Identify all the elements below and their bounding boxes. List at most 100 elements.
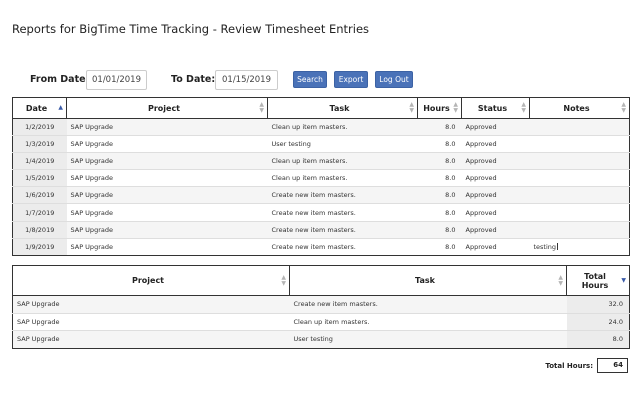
col-header-date[interactable]: Date ▲ [12,97,67,119]
cell-notes-editing[interactable]: testing [529,238,630,256]
col-header-total-hours-label: Total Hours [581,271,609,290]
cell-notes[interactable] [529,169,630,187]
cell-date: 1/3/2019 [12,135,67,153]
cell-project: SAP Upgrade [66,186,268,204]
col-header-notes[interactable]: Notes ▲ ▼ [529,97,630,119]
cell-project: SAP Upgrade [66,169,268,187]
col-header-project[interactable]: Project ▲ ▼ [66,97,268,119]
cell-date: 1/5/2019 [12,169,67,187]
cell-task: User testing [267,135,418,153]
sort-icon[interactable]: ▲ ▼ [558,274,563,287]
timesheet-entries-table: Date ▲ Project ▲ ▼ Task ▲ ▼ Hours ▲ ▼ Statu… [12,97,630,256]
cell-date: 1/9/2019 [12,238,67,256]
cell-date: 1/4/2019 [12,152,67,170]
search-button[interactable]: Search [293,71,327,88]
cell-status: Approved [461,152,530,170]
cell-project: SAP Upgrade [66,203,268,222]
table-row[interactable]: 1/3/2019 SAP Upgrade User testing 8.0 Ap… [12,135,630,153]
cell-hours: 8.0 [417,203,462,222]
from-date-input[interactable]: 01/01/2019 [86,70,147,90]
sort-icon[interactable]: ▲ ▼ [621,102,626,114]
grand-total-value: 64 [597,358,628,373]
cell-task: Clean up item masters. [267,118,418,136]
sort-desc-icon[interactable]: ▼ [621,277,626,284]
cell-date: 1/7/2019 [12,203,67,222]
cell-status: Approved [461,135,530,153]
notes-text: testing [533,242,557,251]
logout-button[interactable]: Log Out [375,71,413,88]
to-date-input[interactable]: 01/15/2019 [215,70,278,90]
filter-bar: From Date: 01/01/2019 To Date: 01/15/201… [0,70,640,92]
col-header-project[interactable]: Project ▲ ▼ [12,265,290,296]
totals-header-row: Project ▲ ▼ Task ▲ ▼ Total Hours ▼ [12,265,630,296]
cell-notes[interactable] [529,221,630,239]
cell-project: SAP Upgrade [66,135,268,153]
cell-total-hours: 8.0 [566,330,630,348]
col-header-task[interactable]: Task ▲ ▼ [289,265,567,296]
cell-hours: 8.0 [417,221,462,239]
cell-project: SAP Upgrade [66,118,268,136]
cell-task: Create new item masters. [267,238,418,256]
cell-notes[interactable] [529,152,630,170]
cell-task: Create new item masters. [267,221,418,239]
table-row[interactable]: 1/2/2019 SAP Upgrade Clean up item maste… [12,118,630,136]
cell-task: Clean up item masters. [267,169,418,187]
col-header-status[interactable]: Status ▲ ▼ [461,97,530,119]
table-row[interactable]: 1/7/2019 SAP Upgrade Create new item mas… [12,203,630,222]
cell-hours: 8.0 [417,118,462,136]
page-title: Reports for BigTime Time Tracking - Revi… [12,22,370,36]
sort-icon[interactable]: ▲ ▼ [281,274,286,287]
cell-project: SAP Upgrade [66,152,268,170]
col-header-task-label: Task [415,276,435,285]
sort-asc-icon[interactable]: ▲ [58,105,63,111]
cell-date: 1/8/2019 [12,221,67,239]
cell-hours: 8.0 [417,152,462,170]
table-row[interactable]: 1/9/2019 SAP Upgrade Create new item mas… [12,238,630,256]
cell-total-hours: 32.0 [566,295,630,313]
col-header-date-label: Date [25,103,48,113]
col-header-task[interactable]: Task ▲ ▼ [267,97,418,119]
cell-project: SAP Upgrade [12,295,290,313]
cell-task: Clean up item masters. [267,152,418,170]
col-header-status-label: Status [477,103,508,113]
cell-hours: 8.0 [417,135,462,153]
sort-icon[interactable]: ▲ ▼ [453,102,458,114]
cell-project: SAP Upgrade [66,221,268,239]
cell-task: Create new item masters. [267,203,418,222]
col-header-project-label: Project [147,103,181,113]
table-row[interactable]: 1/8/2019 SAP Upgrade Create new item mas… [12,221,630,239]
col-header-hours[interactable]: Hours ▲ ▼ [417,97,462,119]
table-row[interactable]: 1/5/2019 SAP Upgrade Clean up item maste… [12,169,630,187]
cell-status: Approved [461,186,530,204]
cell-project: SAP Upgrade [66,238,268,256]
cell-date: 1/2/2019 [12,118,67,136]
table-row[interactable]: SAP Upgrade User testing 8.0 [12,330,630,348]
export-button[interactable]: Export [334,71,368,88]
col-header-total-hours[interactable]: Total Hours ▼ [566,265,630,296]
cell-hours: 8.0 [417,238,462,256]
table-row[interactable]: SAP Upgrade Clean up item masters. 24.0 [12,313,630,331]
cell-hours: 8.0 [417,186,462,204]
col-header-hours-label: Hours [423,103,450,113]
col-header-notes-label: Notes [563,103,590,113]
project-totals-table: Project ▲ ▼ Task ▲ ▼ Total Hours ▼ SAP Upg… [12,265,630,349]
table-row[interactable]: 1/4/2019 SAP Upgrade Clean up item maste… [12,152,630,170]
table-row[interactable]: 1/6/2019 SAP Upgrade Create new item mas… [12,186,630,204]
cell-status: Approved [461,118,530,136]
sort-icon[interactable]: ▲ ▼ [521,102,526,114]
text-cursor-icon [557,242,559,250]
cell-notes[interactable] [529,203,630,222]
cell-notes[interactable] [529,135,630,153]
cell-status: Approved [461,203,530,222]
cell-status: Approved [461,238,530,256]
table-row[interactable]: SAP Upgrade Create new item masters. 32.… [12,295,630,313]
cell-notes[interactable] [529,186,630,204]
sort-icon[interactable]: ▲ ▼ [409,102,414,114]
cell-task: Create new item masters. [289,295,567,313]
cell-notes[interactable] [529,118,630,136]
cell-status: Approved [461,169,530,187]
sort-icon[interactable]: ▲ ▼ [259,102,264,114]
cell-hours: 8.0 [417,169,462,187]
col-header-project-label: Project [131,276,165,285]
cell-project: SAP Upgrade [12,313,290,331]
